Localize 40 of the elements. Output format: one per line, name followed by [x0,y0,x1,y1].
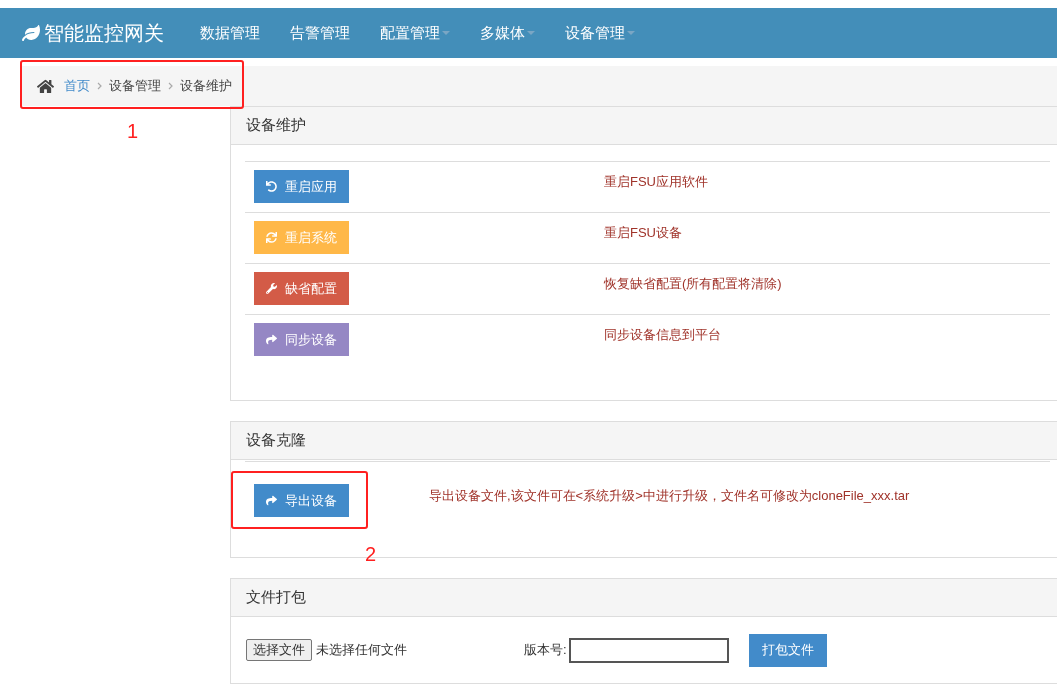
action-button[interactable]: 缺省配置 [254,272,349,305]
share-arrow-icon [266,334,277,345]
nav-item[interactable]: 设备管理 [555,21,645,45]
action-description: 导出设备文件,该文件可在<系统升级>中进行升级，文件名可修改为cloneFile_xxx.tar [429,487,910,505]
nav-item[interactable]: 配置管理 [370,21,460,45]
leaf-icon [22,24,40,42]
action-button[interactable]: 同步设备 [254,323,349,356]
breadcrumb-item: 设备维护 [180,77,232,96]
nav-item[interactable]: 告警管理 [280,21,360,45]
file-status: 未选择任何文件 [316,641,408,660]
action-button[interactable]: 导出设备 [254,484,349,517]
caret-icon [442,31,450,35]
action-description: 同步设备信息到平台 [604,326,721,344]
nav-item[interactable]: 多媒体 [470,21,545,45]
share-arrow-icon [266,495,277,506]
version-input[interactable] [568,637,729,663]
breadcrumb-item: 设备管理 [109,77,161,96]
action-description: 重启FSU应用软件 [604,173,708,191]
brand-title: 智能监控网关 [44,21,164,46]
panel-title: 设备克隆 [246,430,306,451]
chevron-icon [168,82,173,90]
undo-icon [266,181,277,192]
panel-title: 设备维护 [246,115,306,136]
wrench-icon [266,283,277,294]
version-label: 版本号: [524,641,567,660]
annotation-number: 2 [365,542,377,567]
caret-icon [527,31,535,35]
action-button[interactable]: 重启应用 [254,170,349,203]
refresh-icon [266,232,277,243]
chevron-icon [97,82,102,90]
annotation-number: 1 [127,119,139,144]
caret-icon [627,31,635,35]
breadcrumb-item[interactable]: 首页 [64,76,90,96]
nav-item[interactable]: 数据管理 [190,21,270,45]
action-description: 恢复缺省配置(所有配置将清除) [604,275,782,293]
choose-file-button[interactable]: 选择文件 [246,639,312,661]
action-description: 重启FSU设备 [604,224,682,242]
pack-button[interactable]: 打包文件 [748,633,827,667]
panel-title: 文件打包 [246,587,306,608]
home-icon [37,77,54,95]
